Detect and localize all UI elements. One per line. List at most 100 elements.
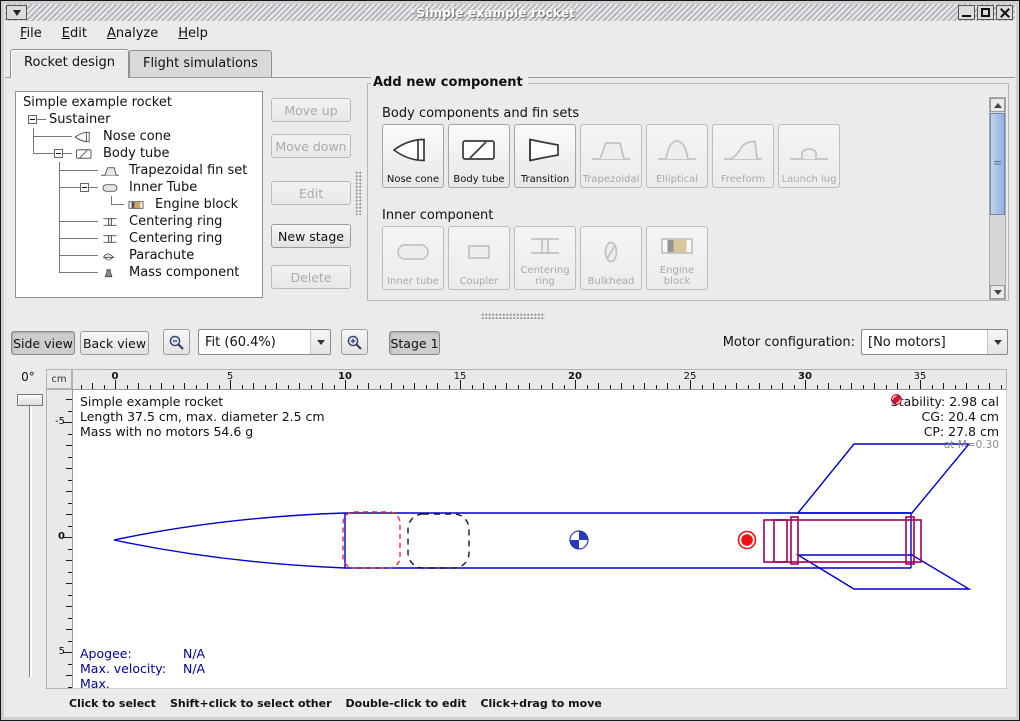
menu-item-edit[interactable]: Edit — [53, 23, 96, 44]
motor-configuration-select[interactable]: [No motors] — [861, 329, 1008, 355]
add-trapezoidal-button[interactable]: Trapezoidal — [580, 124, 642, 188]
component-scrollbar[interactable] — [989, 97, 1006, 300]
dropdown-arrow-box — [987, 330, 1007, 354]
view-toolbar: Side view Back view Fit (60.4%) Stage 1 … — [5, 320, 1015, 363]
menu-item-help[interactable]: Help — [169, 23, 217, 44]
window-menu-button[interactable] — [6, 5, 27, 20]
tree-label: Parachute — [129, 248, 194, 263]
ruler-label: 25 — [679, 371, 701, 382]
add-nose-cone-button[interactable]: Nose cone — [382, 124, 444, 188]
inner-tube-assembly-outline — [764, 517, 921, 564]
menubar: FileEditAnalyzeHelp — [5, 21, 1015, 45]
add-coupler-button[interactable]: Coupler — [448, 226, 510, 290]
stage-1-toggle[interactable]: Stage 1 — [389, 331, 440, 355]
menu-item-file[interactable]: File — [11, 23, 51, 44]
tree-row[interactable]: Nose cone — [20, 128, 262, 145]
rotation-slider-thumb[interactable] — [17, 394, 43, 406]
flight-stat-row: Apogee:N/A — [80, 646, 205, 661]
scroll-up-button[interactable] — [990, 98, 1005, 112]
mach-note: at M=0.30 — [891, 439, 999, 452]
add-launch-lug-button[interactable]: Launch lug — [778, 124, 840, 188]
tree-row[interactable]: Mass component — [20, 264, 262, 281]
delete-button[interactable]: Delete — [271, 265, 351, 289]
add-bulkhead-button[interactable]: Bulkhead — [580, 226, 642, 290]
zoom-level-select[interactable]: Fit (60.4%) — [198, 329, 331, 355]
rocket-info-line: Mass with no motors 54.6 g — [80, 424, 325, 439]
fin-trapezoidal-icon — [589, 135, 633, 165]
tree-row[interactable]: Trapezoidal fin set — [20, 162, 262, 179]
side-view-button[interactable]: Side view — [11, 331, 75, 355]
add-component-group: Add new component Body components and fi… — [367, 83, 1009, 301]
titlebar[interactable]: *Simple example rocket — [5, 4, 1015, 21]
tab-flight-simulations[interactable]: Flight simulations — [129, 50, 272, 77]
tree-row[interactable]: Parachute — [20, 247, 262, 264]
component-button-label: Trapezoidal — [583, 174, 640, 185]
cg-value: CG: 20.4 cm — [922, 409, 999, 424]
status-hint: Click+drag to move — [480, 697, 601, 710]
back-view-button[interactable]: Back view — [80, 331, 149, 355]
cg-row: CG: 20.4 cm — [891, 409, 999, 424]
add-body-tube-button[interactable]: Body tube — [448, 124, 510, 188]
edit-button[interactable]: Edit — [271, 181, 351, 205]
tree-row[interactable]: Centering ring — [20, 213, 262, 230]
rocket-diagram-panel: 0° cm 05101520253035 -505 — [5, 363, 1015, 691]
ruler-label: 15 — [449, 371, 471, 382]
vertical-ruler: -505 — [46, 389, 72, 689]
tree-row[interactable]: Simple example rocket — [20, 94, 262, 111]
horizontal-splitter[interactable] — [5, 312, 1015, 320]
rocket-canvas[interactable]: Simple example rocketLength 37.5 cm, max… — [72, 389, 1007, 689]
close-button[interactable] — [996, 5, 1013, 20]
centering-ring-icon — [523, 231, 567, 261]
tree-expander[interactable] — [80, 183, 89, 192]
ruler-label: 30 — [794, 371, 816, 382]
component-button-label: Coupler — [460, 276, 499, 287]
add-engine-block-button[interactable]: Engine block — [646, 226, 708, 290]
scrollbar-thumb[interactable] — [990, 113, 1005, 215]
zoom-out-button[interactable] — [163, 329, 190, 355]
rocket-design-panel: Simple example rocketSustainerNose coneB… — [5, 78, 1015, 312]
maximize-button[interactable] — [977, 5, 994, 20]
scroll-down-button[interactable] — [990, 285, 1005, 299]
add-elliptical-button[interactable]: Elliptical — [646, 124, 708, 188]
tree-row[interactable]: Sustainer — [20, 111, 262, 128]
tree-row[interactable]: Inner Tube — [20, 179, 262, 196]
add-transition-button[interactable]: Transition — [514, 124, 576, 188]
vertical-splitter-grip[interactable] — [355, 171, 362, 215]
component-group-label: Body components and fin sets — [382, 106, 579, 121]
tree-expander[interactable] — [54, 149, 63, 158]
rotation-slider-track[interactable] — [29, 397, 32, 677]
parachute-icon — [98, 249, 122, 263]
move-up-button[interactable]: Move up — [271, 98, 351, 122]
motor-configuration-label: Motor configuration: — [625, 335, 855, 350]
tab-rocket-design[interactable]: Rocket design — [10, 49, 129, 78]
ruler-label: 10 — [334, 371, 356, 382]
add-inner-tube-button[interactable]: Inner tube — [382, 226, 444, 290]
menu-item-analyze[interactable]: Analyze — [98, 23, 167, 44]
add-centering-ring-button[interactable]: Centering ring — [514, 226, 576, 290]
component-tree[interactable]: Simple example rocketSustainerNose coneB… — [15, 91, 263, 298]
cp-row: CP: 27.8 cm — [891, 424, 999, 439]
move-down-button[interactable]: Move down — [271, 134, 351, 158]
rocket-info-line: Length 37.5 cm, max. diameter 2.5 cm — [80, 409, 325, 424]
new-stage-button[interactable]: New stage — [271, 224, 351, 248]
coupler-icon — [457, 237, 501, 267]
tree-row[interactable]: Engine block — [20, 196, 262, 213]
parachute-outline — [343, 512, 400, 568]
cp-legend-icon — [891, 394, 902, 405]
ruler-label: 20 — [564, 371, 586, 382]
tree-row[interactable]: Centering ring — [20, 230, 262, 247]
minimize-icon — [962, 15, 971, 17]
statusbar: Click to selectShift+click to select oth… — [5, 691, 1015, 715]
minimize-button[interactable] — [958, 5, 975, 20]
horizontal-splitter-grip[interactable] — [481, 313, 545, 319]
tree-expander[interactable] — [28, 115, 37, 124]
zoom-in-button[interactable] — [341, 329, 368, 355]
status-hint: Click to select — [69, 697, 156, 710]
nose-cone-outline — [114, 513, 345, 540]
chevron-down-icon — [994, 340, 1002, 345]
zoom-level-value: Fit (60.4%) — [199, 335, 310, 350]
engine-block-icon — [655, 231, 699, 261]
centering-ring-icon — [98, 232, 122, 246]
tree-row[interactable]: Body tube — [20, 145, 262, 162]
add-freeform-button[interactable]: Freeform — [712, 124, 774, 188]
